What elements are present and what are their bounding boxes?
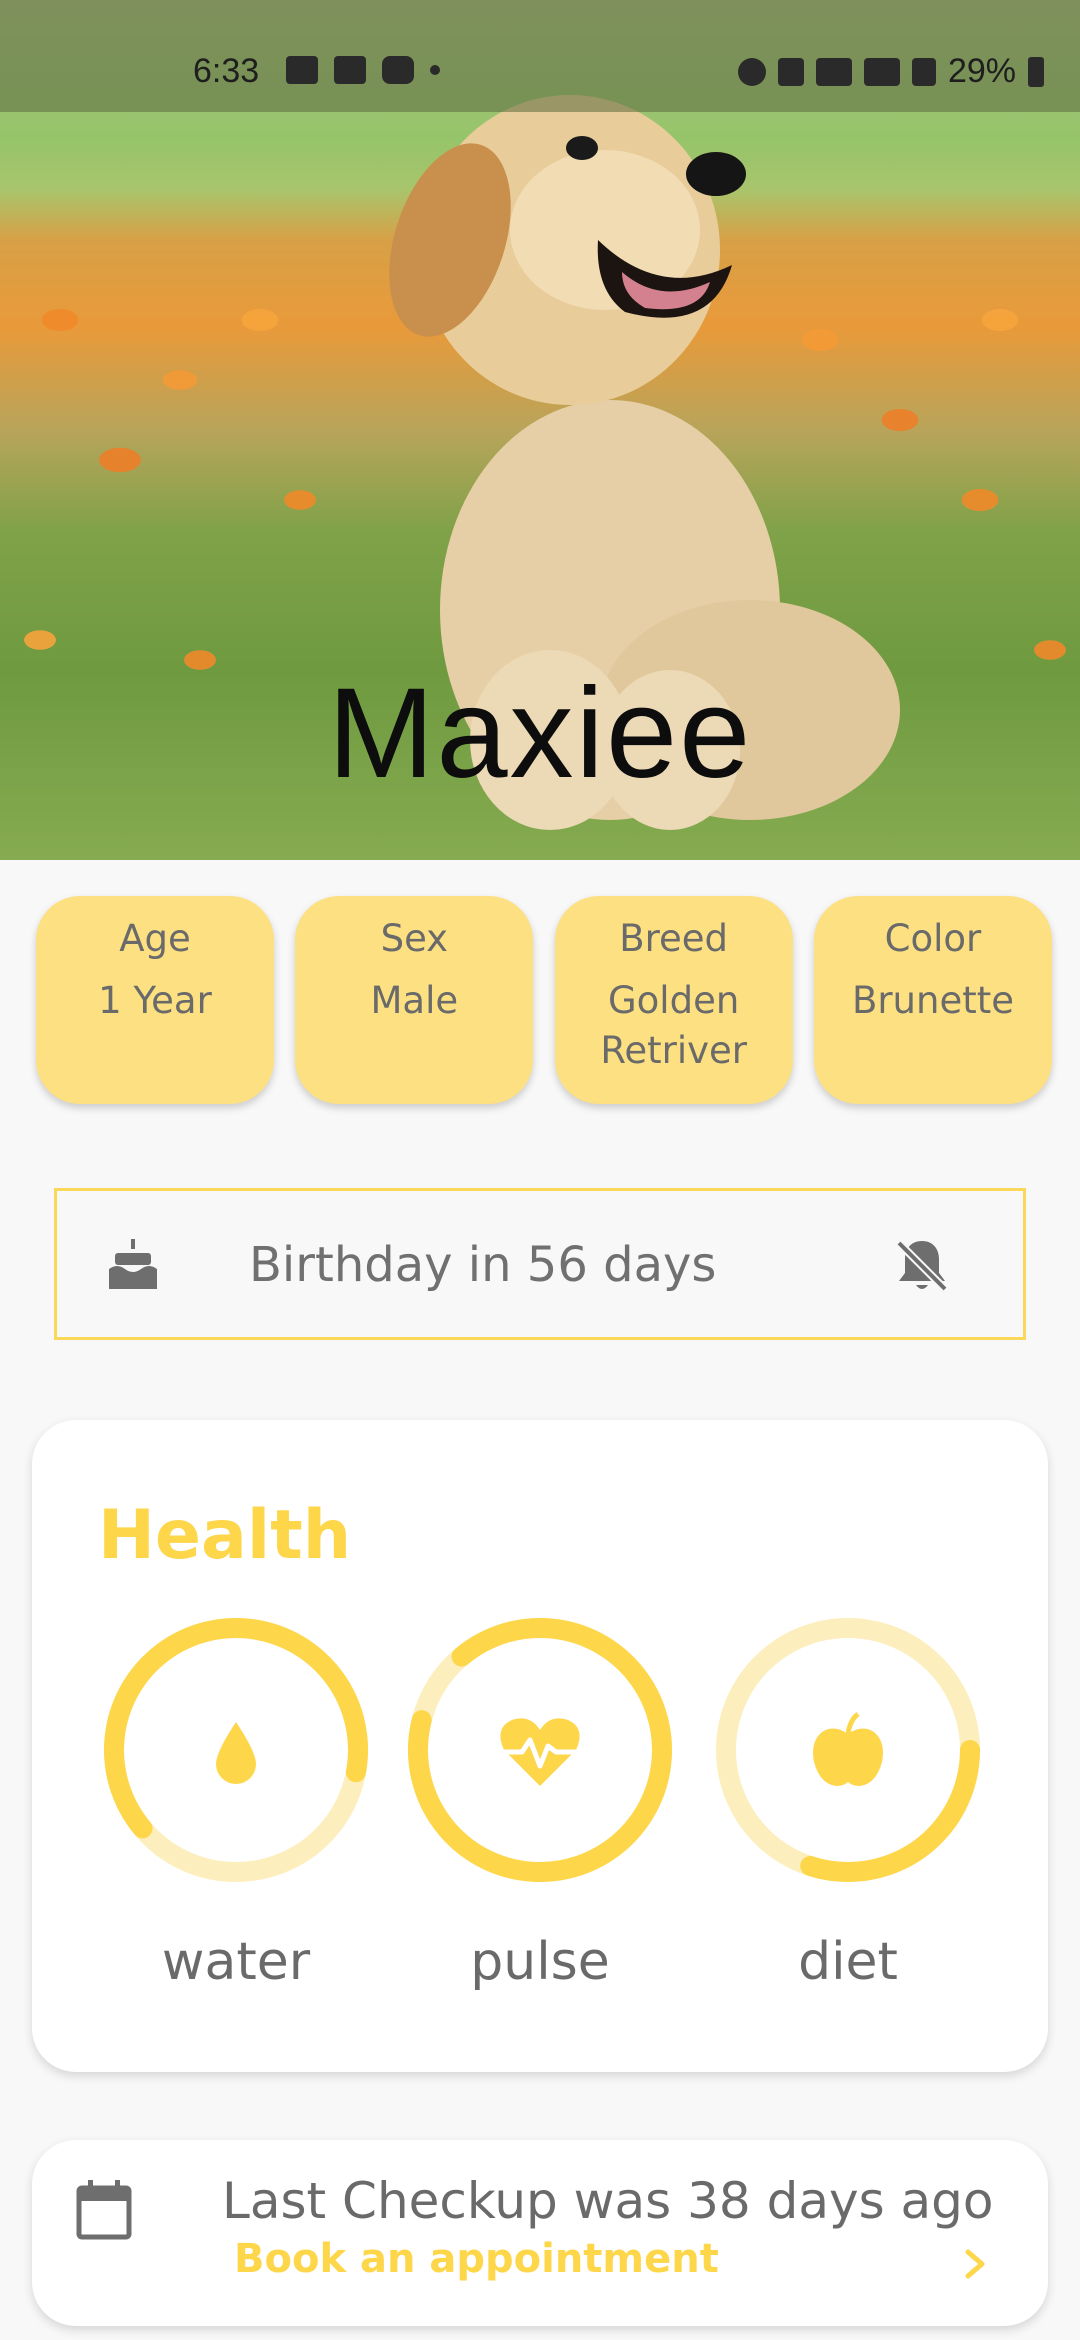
- status-time: 6:33: [193, 52, 260, 90]
- info-card-value: Golden Retriver: [600, 979, 747, 1072]
- book-appointment-link[interactable]: Book an appointment: [234, 2236, 719, 2282]
- pulse-label: pulse: [470, 1932, 610, 1992]
- info-card-age[interactable]: Age 1 Year: [36, 896, 274, 1104]
- water-label: water: [161, 1932, 311, 1992]
- gallery-icon: [286, 56, 318, 84]
- info-card-breed[interactable]: Breed Golden Retriver: [554, 896, 793, 1104]
- info-card-label: Color: [884, 917, 982, 960]
- checkup-card[interactable]: Last Checkup was 38 days ago Book an app…: [32, 2140, 1048, 2326]
- info-card-label: Age: [119, 917, 191, 960]
- info-card-value: 1 Year: [98, 979, 212, 1022]
- alarm-icon: [737, 57, 766, 86]
- mute-icon: [777, 57, 804, 86]
- calendar-icon: [76, 2180, 132, 2240]
- chevron-right-icon[interactable]: [960, 2244, 990, 2284]
- diet-label: diet: [798, 1932, 898, 1992]
- pet-info-cards: Age 1 Year Sex Male Breed Golden Retrive…: [36, 896, 1052, 1104]
- diet-gauge[interactable]: [714, 1616, 982, 1884]
- wifi-calling-icon: [863, 57, 900, 86]
- info-card-label: Breed: [619, 917, 729, 960]
- status-bar: 6:33 29%: [0, 0, 1080, 112]
- info-card-value: Brunette: [851, 979, 1014, 1022]
- last-checkup-text: Last Checkup was 38 days ago: [222, 2172, 994, 2230]
- info-card-label: Sex: [380, 917, 449, 960]
- water-drop-icon: [216, 1722, 256, 1784]
- wifi-icon: [815, 57, 852, 86]
- signal-icon: [911, 57, 936, 86]
- bell-off-icon[interactable]: [895, 1237, 949, 1293]
- cake-icon: [109, 1239, 157, 1289]
- birthday-reminder[interactable]: Birthday in 56 days: [54, 1188, 1026, 1340]
- apple-icon: [813, 1712, 883, 1786]
- pulse-gauge[interactable]: [406, 1616, 674, 1884]
- pet-name: Maxiee: [327, 662, 753, 805]
- health-card: Health water pulse diet: [32, 1420, 1048, 2072]
- health-title: Health: [98, 1496, 352, 1575]
- battery-level: 29%: [947, 52, 1016, 90]
- battery-icon: [1028, 56, 1044, 87]
- dot-icon: [430, 65, 440, 75]
- system-icons: 29%: [737, 52, 1044, 91]
- water-gauge[interactable]: [102, 1616, 370, 1884]
- info-card-sex[interactable]: Sex Male: [295, 896, 534, 1104]
- info-card-color[interactable]: Color Brunette: [813, 896, 1052, 1104]
- notification-icons: [286, 56, 440, 84]
- birthday-text: Birthday in 56 days: [249, 1237, 717, 1293]
- hero-image: 6:33 29% Maxiee: [0, 0, 1080, 860]
- heart-pulse-icon: [500, 1718, 580, 1786]
- youtube-icon: [382, 56, 414, 84]
- calendar-icon: [334, 56, 366, 84]
- info-card-value: Male: [370, 979, 459, 1022]
